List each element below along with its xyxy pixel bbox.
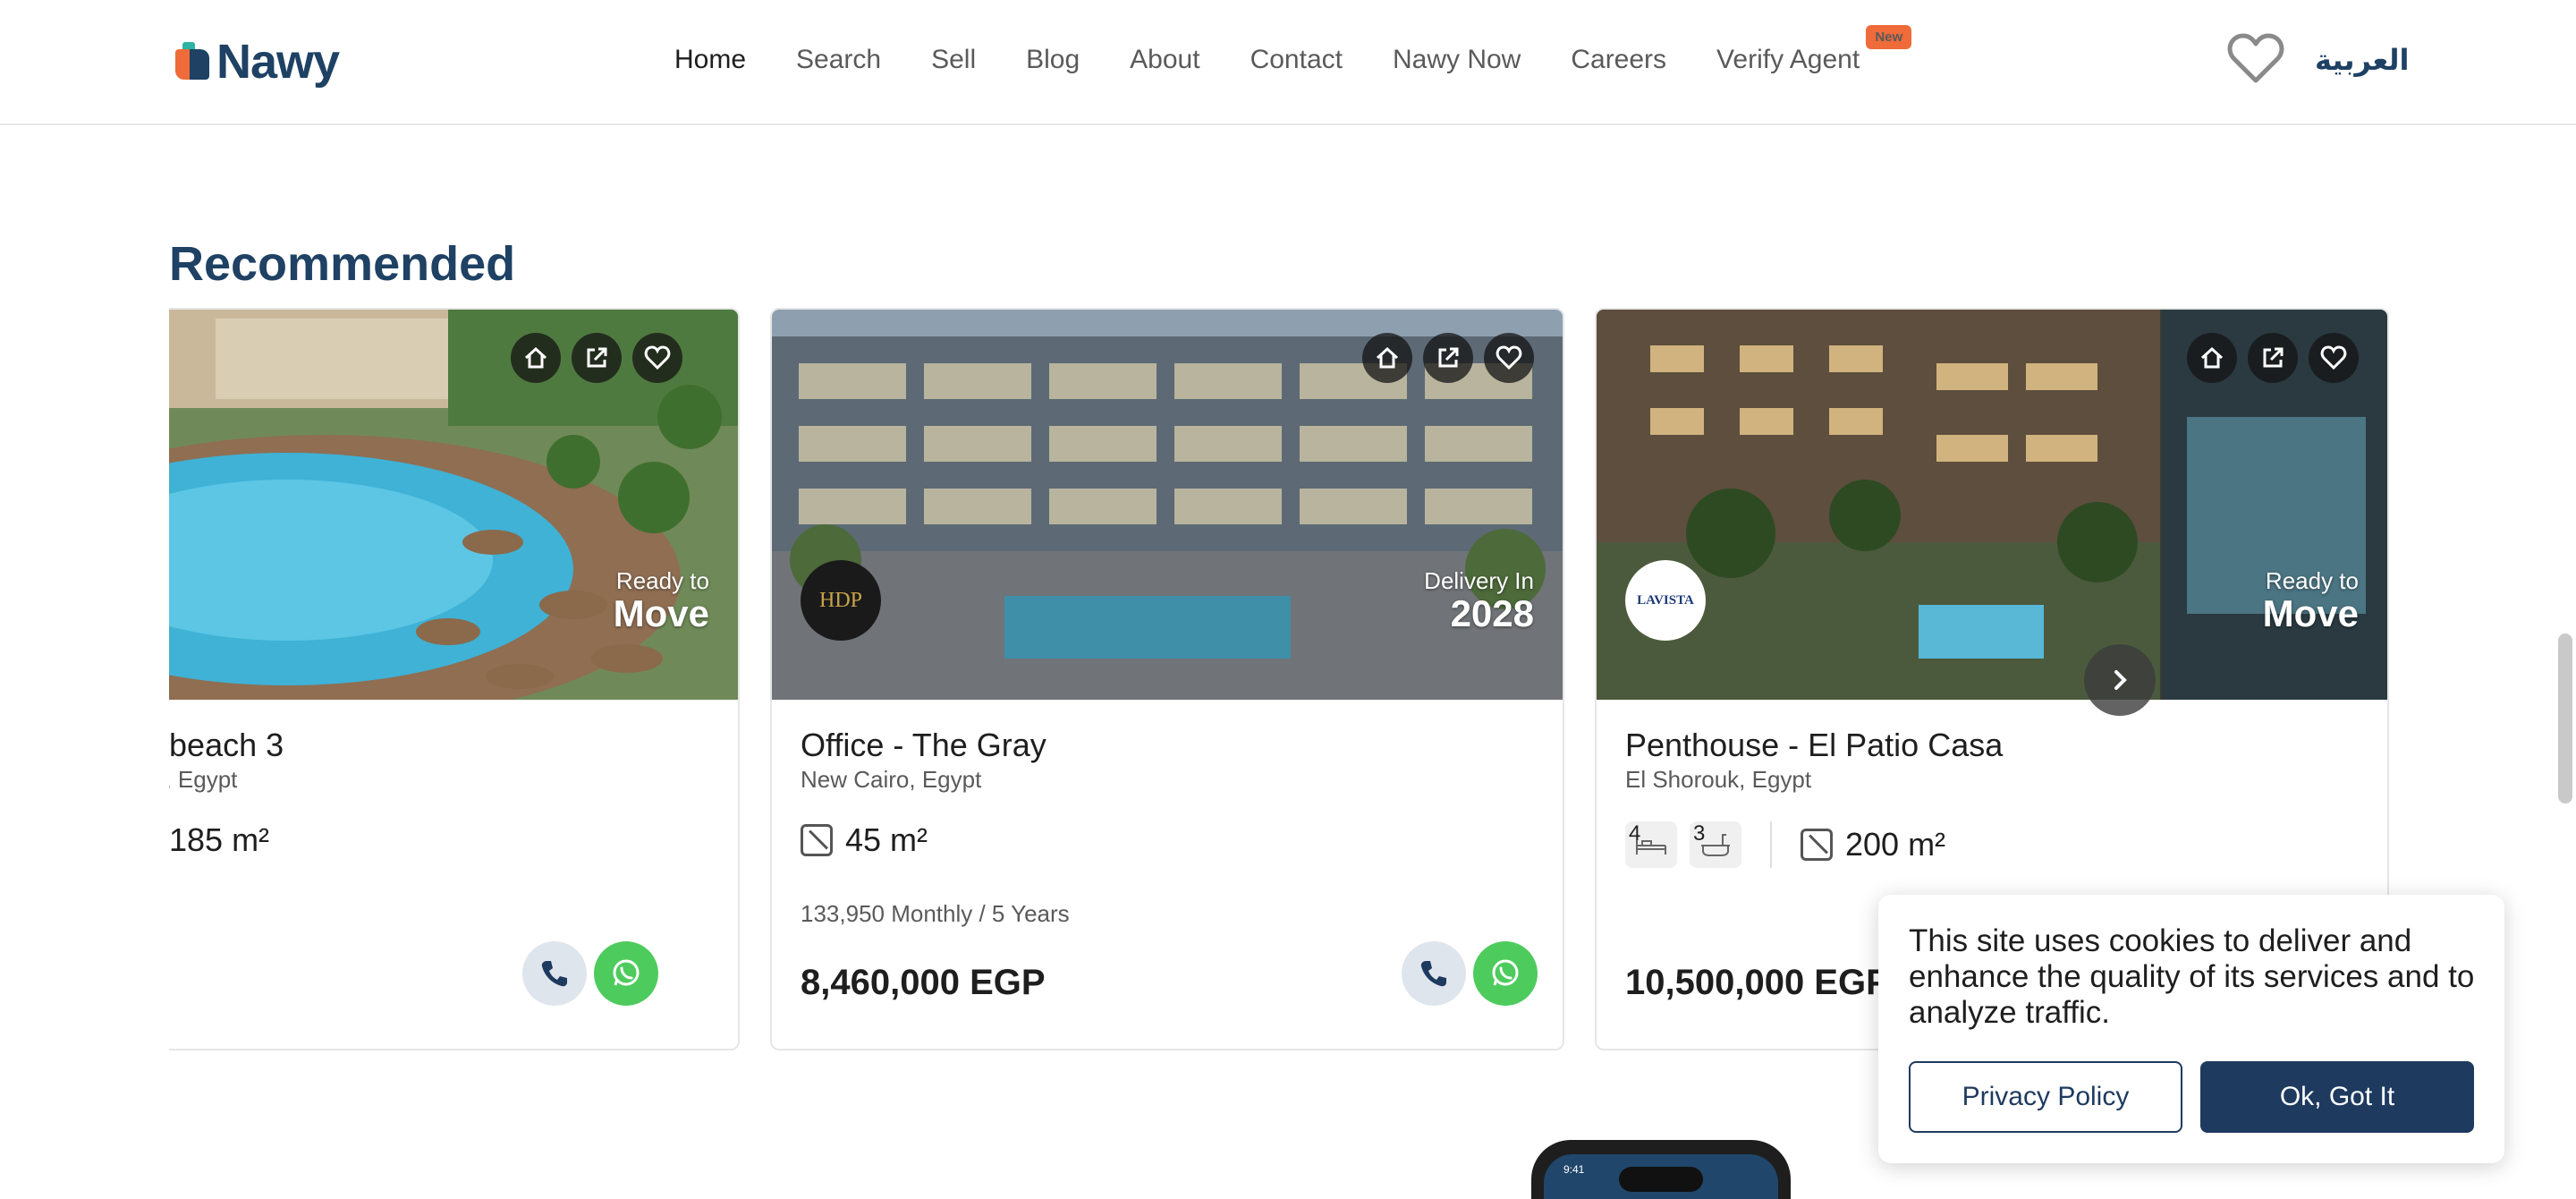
favorites-heart-icon[interactable] <box>2227 32 2284 84</box>
area-feature: 45 m² <box>801 821 928 859</box>
cookie-banner: This site uses cookies to deliver and en… <box>1878 895 2504 1163</box>
area-icon <box>801 824 833 856</box>
property-location: el , Egypt <box>169 766 238 793</box>
nawy-logo[interactable]: Nawy <box>175 34 340 89</box>
logo-mark-icon <box>175 42 211 81</box>
favorite-heart-icon[interactable] <box>632 333 682 383</box>
delivery-status: Ready to Move <box>2263 567 2359 633</box>
whatsapp-icon[interactable] <box>1473 941 1538 1006</box>
phone-icon[interactable] <box>522 941 587 1006</box>
developer-logo-text: LAVISTA <box>1637 592 1694 608</box>
property-price: P <box>169 963 170 1003</box>
developer-logo: LAVISTA <box>1625 560 1706 641</box>
home-icon[interactable] <box>511 333 561 383</box>
share-icon[interactable] <box>572 333 622 383</box>
area-value: 200 m² <box>1845 826 1946 863</box>
chevron-right-icon <box>2114 670 2127 690</box>
property-price: 10,500,000 EGP <box>1625 963 1890 1002</box>
area-icon <box>1801 829 1833 861</box>
phone-notch <box>1619 1167 1703 1192</box>
bathroom-spec: 3 <box>1690 821 1741 868</box>
nav-sell[interactable]: Sell <box>931 45 976 75</box>
section-title: Recommended <box>169 237 516 291</box>
bedrooms-count: 4 <box>1629 821 1641 846</box>
nav-contact[interactable]: Contact <box>1250 45 1343 75</box>
status-value: Move <box>2262 592 2359 634</box>
area-value: 185 m² <box>169 821 270 858</box>
property-specs: 4 3 200 m² <box>1625 821 1945 868</box>
status-value: Move <box>613 592 709 634</box>
logo-text: Nawy <box>216 35 340 89</box>
privacy-policy-button[interactable]: Privacy Policy <box>1909 1061 2182 1133</box>
bathrooms-count: 3 <box>1693 821 1706 846</box>
phone-icon[interactable] <box>1402 941 1466 1006</box>
nav-search[interactable]: Search <box>796 45 881 75</box>
property-title[interactable]: Office - The Gray <box>801 727 1046 764</box>
delivery-status: Delivery In 2028 <box>1424 567 1534 633</box>
app-phone-mockup: 9:41 <box>1531 1140 1791 1199</box>
spec-divider <box>1770 821 1772 868</box>
bedroom-spec: 4 <box>1625 821 1677 868</box>
nav-about[interactable]: About <box>1130 45 1199 75</box>
cookie-message: This site uses cookies to deliver and en… <box>1909 923 2475 1030</box>
property-location: New Cairo, Egypt <box>801 766 982 793</box>
nav-verify-agent-label: Verify Agent <box>1716 45 1860 74</box>
share-icon[interactable] <box>1423 333 1473 383</box>
accept-cookies-button[interactable]: Ok, Got It <box>2200 1061 2474 1133</box>
favorite-heart-icon[interactable] <box>1484 333 1534 383</box>
property-location: El Shorouk, Egypt <box>1625 766 1812 793</box>
property-title[interactable]: Penthouse - El Patio Casa <box>1625 727 2003 764</box>
new-badge: New <box>1866 25 1912 49</box>
whatsapp-icon[interactable] <box>594 941 658 1006</box>
property-card[interactable]: Ready to Move ia beach 3 el , Egypt 185 … <box>169 308 740 1050</box>
favorite-heart-icon[interactable] <box>2309 333 2359 383</box>
delivery-status: Ready to Move <box>614 567 709 633</box>
nav-home[interactable]: Home <box>674 45 746 75</box>
nav-blog[interactable]: Blog <box>1026 45 1080 75</box>
developer-logo-text: HDP <box>818 588 862 612</box>
nav-verify-agent[interactable]: Verify Agent New <box>1716 25 1912 75</box>
status-label: Ready to <box>2265 567 2359 594</box>
phone-screen: 9:41 <box>1544 1154 1778 1199</box>
developer-logo: HDP <box>801 560 881 641</box>
status-value: 2028 <box>1450 592 1534 634</box>
home-icon[interactable] <box>1362 333 1412 383</box>
area-value: 45 m² <box>845 821 928 858</box>
property-title[interactable]: ia beach 3 <box>169 727 284 764</box>
language-switch[interactable]: العربية <box>2315 43 2409 77</box>
area-feature: 185 m² <box>169 821 269 859</box>
property-card[interactable]: HDP Delivery In 2028 Office - The Gray N… <box>770 308 1564 1050</box>
phone-time: 9:41 <box>1563 1163 1585 1176</box>
page-scrollbar[interactable] <box>2558 634 2572 804</box>
status-label: Delivery In <box>1424 567 1534 594</box>
main-nav: Home Search Sell Blog About Contact Nawy… <box>674 25 1912 75</box>
status-label: Ready to <box>615 567 709 594</box>
site-header: Nawy Home Search Sell Blog About Contact… <box>0 0 2576 125</box>
nav-careers[interactable]: Careers <box>1571 45 1666 75</box>
property-price: 8,460,000 EGP <box>801 963 1046 1002</box>
nav-nawy-now[interactable]: Nawy Now <box>1393 45 1521 75</box>
carousel-next-button[interactable] <box>2084 644 2156 716</box>
home-icon[interactable] <box>2187 333 2237 383</box>
monthly-installment: 133,950 Monthly / 5 Years <box>801 900 1070 927</box>
share-icon[interactable] <box>2248 333 2298 383</box>
